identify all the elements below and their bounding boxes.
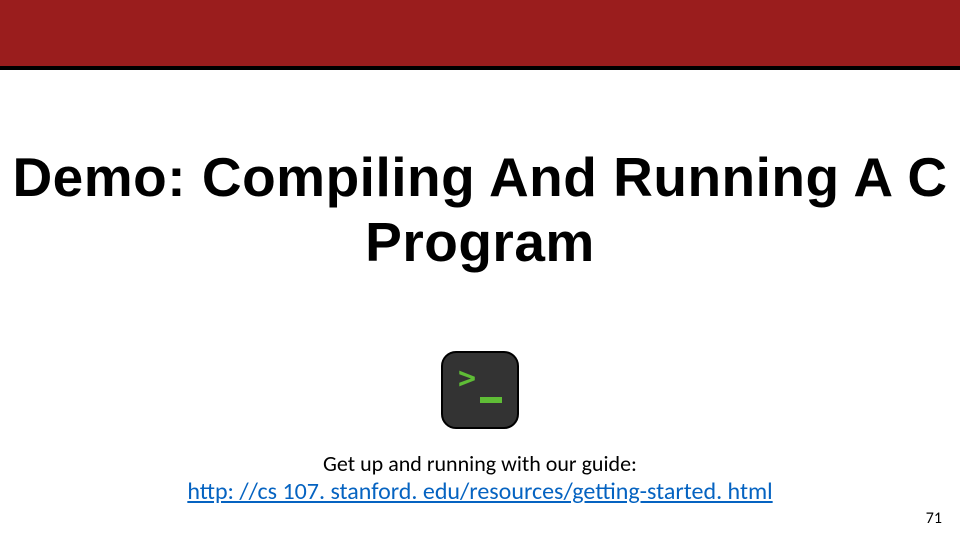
guide-link[interactable]: http: //cs 107. stanford. edu/resources/… [187, 477, 772, 506]
header-bar [0, 0, 960, 70]
slide: Demo: Compiling And Running A C Program … [0, 0, 960, 540]
bottom-text-block: Get up and running with our guide: http:… [0, 450, 960, 506]
terminal-icon: > [440, 350, 520, 435]
svg-text:>: > [458, 361, 476, 396]
subtitle: Get up and running with our guide: [0, 450, 960, 477]
page-number: 71 [926, 509, 942, 528]
slide-title: Demo: Compiling And Running A C Program [0, 145, 960, 275]
